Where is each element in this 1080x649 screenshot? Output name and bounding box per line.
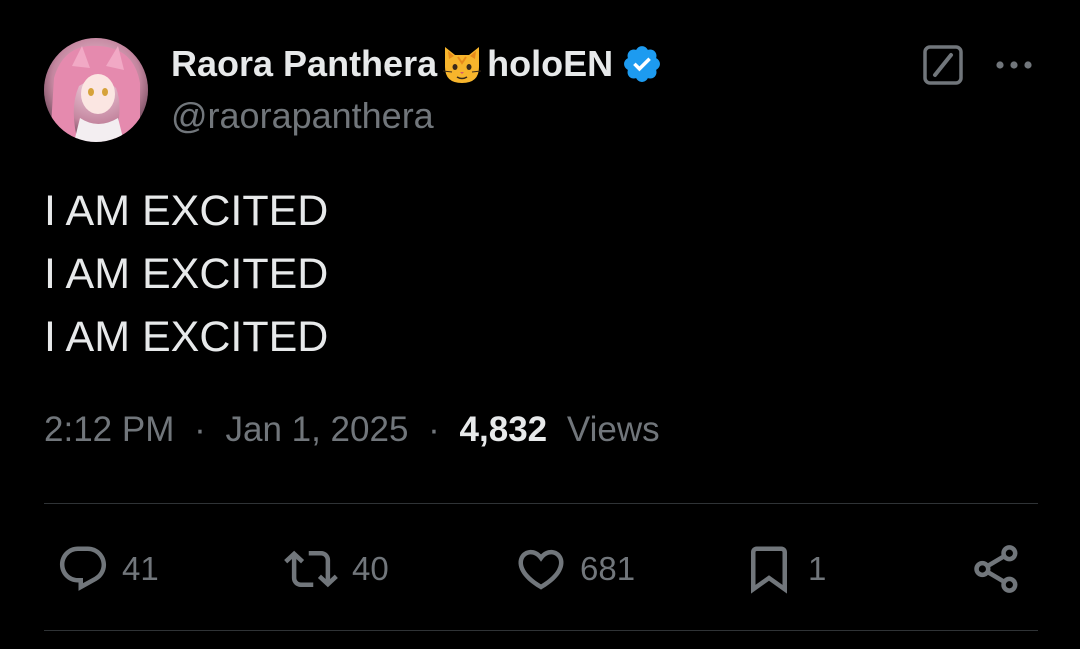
tweet-line: I AM EXCITED xyxy=(44,187,329,235)
cat-face-icon xyxy=(439,41,485,87)
verified-badge-icon[interactable] xyxy=(621,43,663,85)
retweet-icon xyxy=(284,550,338,588)
name-suffix-text: holoEN xyxy=(487,43,614,84)
retweet-button[interactable]: 40 xyxy=(282,540,389,598)
user-handle[interactable]: @raorapanthera xyxy=(171,95,434,137)
tweet-meta: 2:12 PM · Jan 1, 2025 · 4,832 Views xyxy=(44,410,660,450)
heart-icon xyxy=(518,549,564,590)
reply-count: 41 xyxy=(122,550,159,587)
meta-separator: · xyxy=(428,410,440,449)
like-count: 681 xyxy=(580,550,636,587)
tweet-time[interactable]: 2:12 PM xyxy=(44,410,174,449)
bookmark-count: 1 xyxy=(808,550,827,587)
more-options-icon[interactable] xyxy=(994,55,1034,75)
tweet-line: I AM EXCITED xyxy=(44,250,329,298)
avatar[interactable] xyxy=(44,38,148,142)
divider xyxy=(44,503,1038,504)
tweet-line: I AM EXCITED xyxy=(44,313,329,361)
tweet-date[interactable]: Jan 1, 2025 xyxy=(225,410,408,449)
grok-icon[interactable] xyxy=(922,44,964,86)
tweet-text: I AM EXCITED I AM EXCITED I AM EXCITED xyxy=(44,180,328,369)
retweet-count: 40 xyxy=(352,550,389,587)
views-label: Views xyxy=(566,410,660,449)
reply-button[interactable]: 41 xyxy=(56,540,159,598)
meta-separator: · xyxy=(194,410,206,449)
display-name-text: Raora Panthera xyxy=(171,43,438,84)
reply-icon xyxy=(59,546,107,591)
bookmark-button[interactable]: 1 xyxy=(742,540,826,598)
share-icon xyxy=(974,545,1018,593)
views-count[interactable]: 4,832 xyxy=(460,410,548,449)
display-name[interactable]: Raora Panthera holoEN xyxy=(171,42,663,86)
share-button[interactable] xyxy=(970,540,1024,598)
bookmark-icon xyxy=(751,546,787,594)
divider xyxy=(44,630,1038,631)
like-button[interactable]: 681 xyxy=(514,540,635,598)
avatar-image xyxy=(44,38,148,142)
